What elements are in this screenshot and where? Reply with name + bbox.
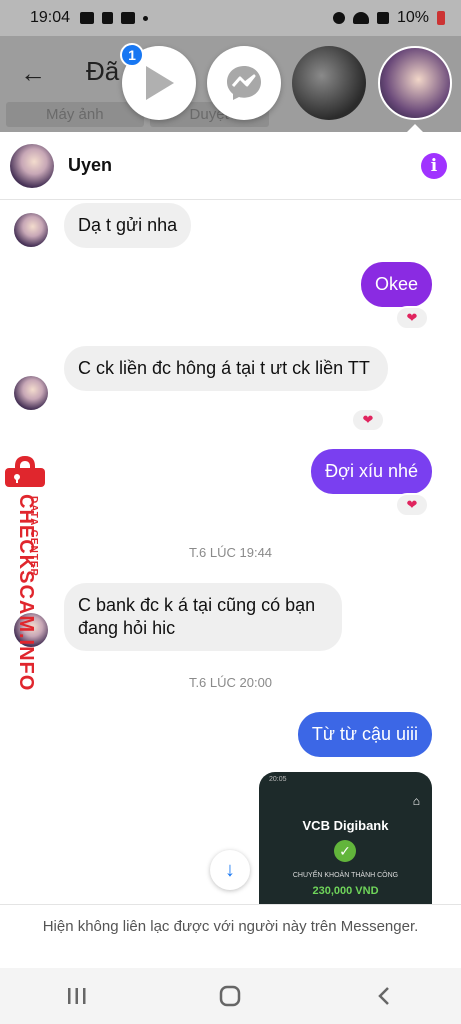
video-call-icon: [80, 12, 95, 24]
chat-panel: Uyen i Dạ t gửi nha Okee ❤ C ck liền đc …: [0, 132, 461, 968]
unavailable-notice: Hiện không liên lạc được với người này t…: [0, 904, 461, 968]
avatar: [14, 376, 48, 410]
info-icon[interactable]: i: [421, 152, 447, 179]
chat-header: Uyen i: [0, 132, 461, 200]
alarm-icon: [332, 12, 345, 24]
transfer-amount: 230,000 VND: [312, 885, 379, 897]
play-icon: [146, 66, 174, 100]
outgoing-message[interactable]: Từ từ cậu uiii: [297, 712, 432, 757]
back-arrow-icon: ←: [20, 58, 46, 88]
heart-icon[interactable]: ❤: [395, 306, 429, 330]
timestamp: T.6 LÚC 19:44: [188, 545, 273, 560]
notification-icons: [80, 12, 149, 24]
battery-icon: [437, 11, 445, 25]
outgoing-message[interactable]: Đợi xíu nhé: [311, 449, 432, 494]
watermark: CHECKSCAM.INFO DATA CENTER: [0, 454, 50, 691]
incoming-message[interactable]: C bank đc k á tại cũng có bạn đang hỏi h…: [64, 583, 342, 651]
contact-name[interactable]: Uyen: [68, 155, 112, 176]
notification-badge: 1: [120, 43, 144, 67]
attachment-status-time: 20:05: [269, 776, 287, 783]
heart-icon[interactable]: ❤: [351, 408, 385, 432]
messenger-icon: [227, 66, 261, 100]
back-icon[interactable]: [354, 976, 414, 1016]
success-check-icon: ✓: [334, 840, 356, 862]
more-notifications-icon: [143, 15, 149, 21]
timestamp: T.6 LÚC 20:00: [188, 675, 273, 690]
battery-level: 10%: [396, 9, 429, 26]
wifi-icon: [352, 12, 369, 24]
status-time: 19:04: [30, 9, 71, 26]
lock-icon: [5, 456, 45, 487]
background-tab: Máy ảnh: [6, 102, 144, 127]
recents-icon[interactable]: [47, 976, 107, 1016]
heart-icon[interactable]: ❤: [395, 493, 429, 517]
active-contact-chathead[interactable]: [378, 46, 452, 120]
transfer-caption: CHUYỂN KHOẢN THÀNH CÔNG: [292, 872, 399, 879]
bank-logo: VCB Digibank: [302, 818, 389, 833]
home-icon: ⌂: [412, 794, 420, 808]
youtube-icon: [121, 12, 136, 24]
home-icon[interactable]: [200, 976, 260, 1016]
messenger-chathead[interactable]: [207, 46, 281, 120]
avatar: [14, 213, 48, 247]
outgoing-message[interactable]: Okee: [360, 262, 432, 307]
incoming-message[interactable]: Dạ t gửi nha: [64, 203, 192, 248]
scroll-down-icon[interactable]: ↓: [210, 850, 250, 890]
contact-chathead[interactable]: [292, 46, 366, 120]
watermark-subtext: DATA CENTER: [28, 496, 39, 577]
image-attachment[interactable]: 20:05 ⌂ VCB Digibank ✓ CHUYỂN KHOẢN THÀN…: [259, 772, 432, 922]
avatar[interactable]: [10, 143, 54, 188]
incoming-message[interactable]: C ck liền đc hông á tại t ưt ck liền TT: [64, 346, 388, 391]
system-nav-bar: [0, 968, 461, 1024]
signal-icon: [376, 12, 389, 24]
tiktok-icon: [102, 12, 114, 24]
message-list[interactable]: Dạ t gửi nha Okee ❤ C ck liền đc hông á …: [0, 200, 461, 922]
status-bar: 19:04 10%: [0, 0, 461, 36]
